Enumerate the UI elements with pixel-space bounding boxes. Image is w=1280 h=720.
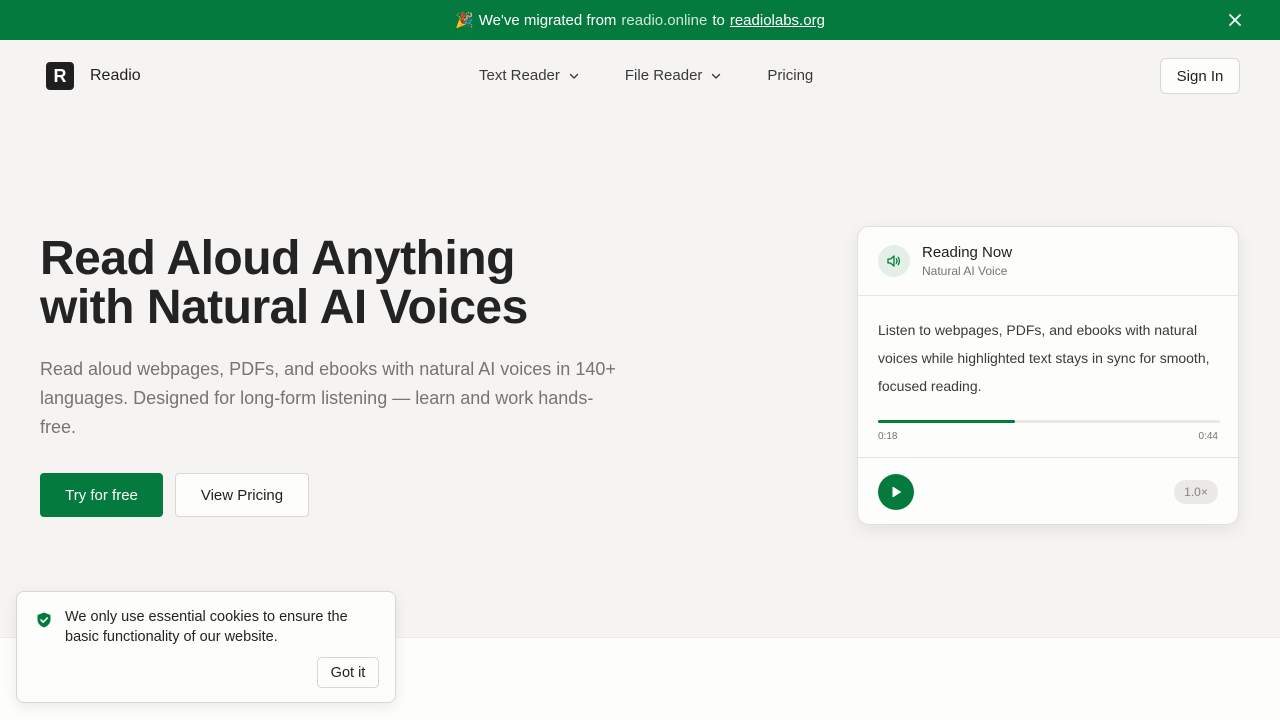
nav-pricing[interactable]: Pricing — [767, 67, 813, 84]
nav-file-reader[interactable]: File Reader — [625, 67, 723, 84]
progress-fill — [878, 420, 1015, 423]
hero-subtitle: Read aloud webpages, PDFs, and ebooks wi… — [40, 359, 616, 437]
migration-banner: 🎉 We've migrated from readio.online to r… — [0, 0, 1280, 40]
play-button[interactable] — [878, 474, 914, 510]
nav-text-reader-label: Text Reader — [479, 67, 560, 84]
logo-mark: R — [46, 62, 74, 90]
close-icon[interactable] — [1226, 11, 1244, 29]
speaker-icon-bubble — [878, 245, 910, 277]
hero-title-line-1: Read Aloud Anything — [40, 232, 515, 285]
banner-new-domain-link[interactable]: readiolabs.org — [730, 12, 825, 29]
player-header: Reading Now Natural AI Voice — [858, 227, 1238, 296]
playback-speed-button[interactable]: 1.0× — [1174, 480, 1218, 504]
shield-check-icon — [37, 612, 51, 628]
banner-prefix: We've migrated from — [478, 11, 617, 29]
main-nav: Text Reader File Reader Pricing — [479, 67, 813, 84]
banner-old-domain: readio.online — [621, 11, 708, 29]
brand-name: Readio — [90, 67, 141, 84]
cookie-banner: We only use essential cookies to ensure … — [16, 591, 396, 703]
chevron-down-icon — [569, 73, 579, 79]
sign-in-button[interactable]: Sign In — [1160, 58, 1240, 94]
got-it-button[interactable]: Got it — [317, 657, 379, 688]
player-divider — [858, 457, 1238, 458]
player-text: Listen to webpages, PDFs, and ebooks wit… — [878, 322, 1210, 394]
hero-title: Read Aloud Anything with Natural AI Voic… — [40, 234, 660, 332]
play-icon — [892, 486, 901, 498]
speaker-icon — [887, 255, 901, 267]
banner-connector: to — [712, 11, 725, 29]
cookie-text: We only use essential cookies to ensure … — [65, 609, 348, 645]
player-voice: Natural AI Voice — [922, 264, 1008, 278]
nav-text-reader[interactable]: Text Reader — [479, 67, 580, 84]
hero-title-line-2: with Natural AI Voices — [40, 281, 528, 334]
nav-pricing-label: Pricing — [767, 67, 814, 84]
view-pricing-button[interactable]: View Pricing — [175, 473, 309, 517]
time-total: 0:44 — [1198, 431, 1218, 442]
chevron-down-icon — [712, 73, 721, 79]
player-title: Reading Now — [922, 244, 1013, 261]
time-elapsed: 0:18 — [878, 431, 898, 442]
progress-bar[interactable] — [878, 420, 1220, 423]
reading-player-card: Reading Now Natural AI Voice Listen to w… — [857, 226, 1239, 525]
site-header: R Readio Text Reader File Reader Pricing… — [0, 40, 1280, 112]
brand-logo[interactable]: R Readio — [46, 62, 141, 90]
nav-file-reader-label: File Reader — [624, 67, 703, 84]
party-emoji: 🎉 — [455, 12, 474, 29]
try-for-free-button[interactable]: Try for free — [40, 473, 163, 517]
